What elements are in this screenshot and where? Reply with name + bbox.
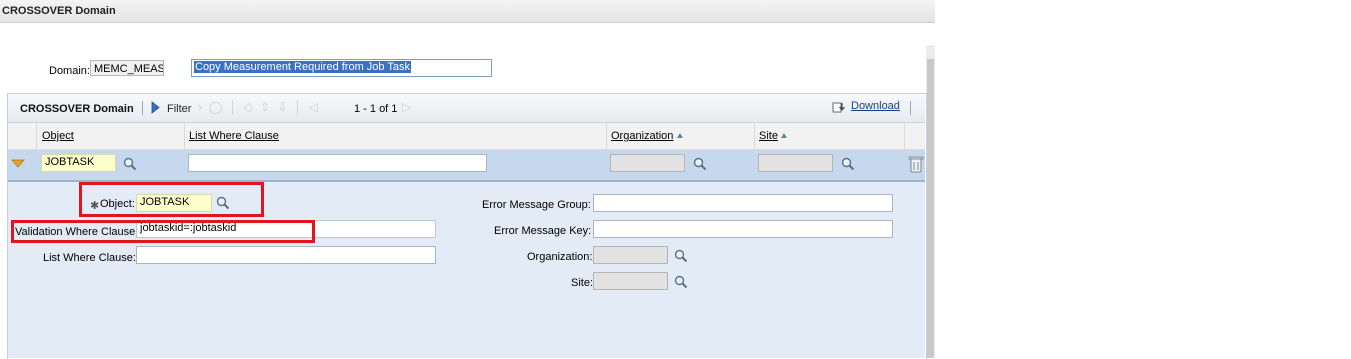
section-toolbar: [8, 94, 925, 123]
toolbar-separator: [142, 101, 143, 115]
detail-organization-field[interactable]: [593, 246, 668, 264]
detail-site-label: Site:: [571, 277, 594, 289]
toolbar-separator-right: [910, 101, 911, 115]
row-list-where-clause-field[interactable]: [188, 154, 487, 172]
domain-description-text: Copy Measurement Required from Job Task: [194, 61, 412, 73]
column-header-organization[interactable]: Organization: [611, 130, 673, 142]
column-header-site[interactable]: Site: [759, 130, 778, 142]
magnifier-icon[interactable]: [123, 157, 137, 174]
detail-site-field[interactable]: [593, 272, 668, 290]
column-header-list-where-clause[interactable]: List Where Clause: [189, 130, 279, 142]
highlight-box-validation: [11, 220, 315, 243]
disabled-nav-icons: ›◯│◇⇧⇩│◁: [198, 100, 325, 114]
sort-arrow-icon[interactable]: [780, 131, 788, 143]
app-header: [0, 0, 935, 23]
section-title: CROSSOVER Domain: [20, 103, 134, 115]
detail-error-group-label: Error Message Group:: [482, 199, 591, 211]
row-object-field[interactable]: JOBTASK: [41, 154, 116, 172]
row-organization-field[interactable]: [610, 154, 685, 172]
delete-trash-icon[interactable]: [908, 155, 924, 176]
domain-field[interactable]: MEMC_MEAS: [90, 60, 164, 76]
download-link[interactable]: Download: [851, 100, 900, 112]
scrollbar-thumb[interactable]: [927, 59, 934, 358]
magnifier-icon[interactable]: [674, 275, 688, 292]
sort-arrow-icon[interactable]: [676, 131, 684, 143]
detail-organization-label: Organization:: [527, 251, 593, 263]
magnifier-icon[interactable]: [674, 249, 688, 266]
domain-description-field[interactable]: Copy Measurement Required from Job Task: [191, 59, 492, 77]
detail-error-group-field[interactable]: [593, 194, 893, 212]
blank-area: [935, 0, 1351, 358]
row-collapse-triangle-icon[interactable]: [11, 159, 25, 171]
next-page-icon: ▷: [402, 100, 412, 114]
detail-list-where-label: List Where Clause:: [43, 252, 136, 264]
highlight-box-object: [79, 182, 264, 217]
pagination-text: 1 - 1 of 1: [354, 103, 398, 115]
app-title: CROSSOVER Domain: [2, 5, 116, 17]
magnifier-icon[interactable]: [841, 157, 855, 174]
domain-label: Domain:: [49, 65, 90, 77]
detail-error-key-label: Error Message Key:: [494, 225, 592, 237]
column-header-object[interactable]: Object: [42, 130, 74, 142]
filter-button[interactable]: Filter: [167, 103, 191, 115]
vertical-scrollbar[interactable]: [926, 45, 935, 358]
download-icon[interactable]: [832, 101, 846, 116]
detail-error-key-field[interactable]: [593, 220, 893, 238]
filter-triangle-icon[interactable]: [151, 101, 160, 117]
detail-list-where-field[interactable]: [136, 246, 436, 264]
row-site-field[interactable]: [758, 154, 833, 172]
magnifier-icon[interactable]: [693, 157, 707, 174]
